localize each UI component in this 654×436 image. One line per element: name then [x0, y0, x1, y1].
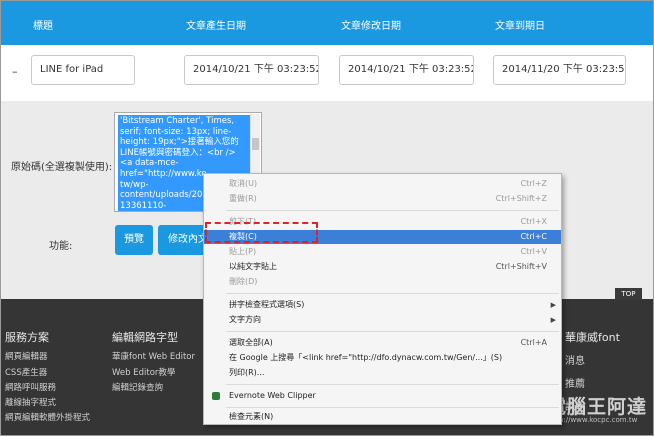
menu-item-spellcheck[interactable]: 拼字檢查程式選項(S) ▶	[204, 298, 561, 312]
footer-col2-title: 編輯網路字型	[112, 331, 178, 344]
context-menu: 取消(U) Ctrl+Z 重做(R) Ctrl+Shift+Z 剪下(T) Ct…	[203, 173, 562, 425]
menu-separator	[226, 293, 559, 294]
menu-item-inspect[interactable]: 檢查元素(N)	[204, 410, 561, 424]
footer-link[interactable]: 華康font Web Editor	[112, 350, 195, 362]
evernote-icon	[212, 392, 220, 400]
col-expire-header: 文章到期日	[495, 21, 545, 32]
watermark-url: http://www.kocpc.com.tw	[549, 416, 638, 424]
scrollbar-thumb[interactable]	[252, 138, 259, 150]
watermark-text: 電腦王阿達	[547, 396, 648, 418]
menu-separator	[226, 384, 559, 385]
modified-date-input[interactable]: 2014/10/21 下午 03:23:52	[339, 55, 474, 85]
row-dash: –	[12, 65, 18, 78]
menu-item-paste-plain[interactable]: 以純文字貼上 Ctrl+Shift+V	[204, 260, 561, 274]
copy-highlight-annotation	[205, 222, 318, 243]
menu-separator	[226, 331, 559, 332]
source-label: 原始碼(全選複製使用):	[11, 162, 113, 173]
footer-link[interactable]: CSS產生器	[5, 366, 47, 378]
menu-separator	[226, 210, 559, 211]
footer-link[interactable]: 網路呼叫服務	[5, 381, 56, 393]
menu-item-undo[interactable]: 取消(U) Ctrl+Z	[204, 177, 561, 191]
menu-item-delete[interactable]: 刪除(D)	[204, 275, 561, 289]
footer-link[interactable]: 離線抽字程式	[5, 396, 56, 408]
menu-item-evernote[interactable]: Evernote Web Clipper	[204, 389, 561, 403]
menu-item-text-direction[interactable]: 文字方向 ▶	[204, 313, 561, 327]
expire-date-input[interactable]: 2014/11/20 下午 03:23:52	[493, 55, 626, 85]
col-created-header: 文章產生日期	[186, 21, 246, 32]
col-title-header: 標題	[33, 21, 53, 32]
page-frame: 標題 文章產生日期 文章修改日期 文章到期日 – LINE for iPad 2…	[0, 0, 654, 436]
preview-button[interactable]: 預覽	[115, 225, 153, 255]
footer-link[interactable]: 消息	[565, 352, 585, 367]
table-header: 標題 文章產生日期 文章修改日期 文章到期日	[1, 1, 653, 45]
submenu-arrow-icon: ▶	[550, 316, 556, 324]
footer-right-title: 華康威font	[565, 331, 620, 344]
function-label: 功能:	[49, 241, 73, 252]
menu-separator	[226, 407, 559, 408]
created-date-input[interactable]: 2014/10/21 下午 03:23:52	[184, 55, 319, 85]
menu-item-paste[interactable]: 貼上(P) Ctrl+V	[204, 245, 561, 259]
col-modified-header: 文章修改日期	[341, 21, 401, 32]
footer-link[interactable]: 網頁編輯器	[5, 350, 48, 362]
footer-link[interactable]: Web Editor教學	[112, 366, 175, 378]
back-to-top-button[interactable]: TOP	[615, 288, 642, 300]
submenu-arrow-icon: ▶	[550, 301, 556, 309]
menu-item-print[interactable]: 列印(R)...	[204, 366, 561, 380]
footer-link[interactable]: 網頁編輯軟體外掛程式	[5, 411, 90, 423]
footer-link[interactable]: 編輯記錄查詢	[112, 381, 163, 393]
menu-item-redo[interactable]: 重做(R) Ctrl+Shift+Z	[204, 192, 561, 206]
footer-col1-title: 服務方案	[5, 331, 49, 344]
menu-item-google-search[interactable]: 在 Google 上搜尋「<link href="http://dfo.dyna…	[204, 351, 561, 365]
title-input[interactable]: LINE for iPad	[31, 55, 135, 85]
menu-item-select-all[interactable]: 選取全部(A) Ctrl+A	[204, 336, 561, 350]
